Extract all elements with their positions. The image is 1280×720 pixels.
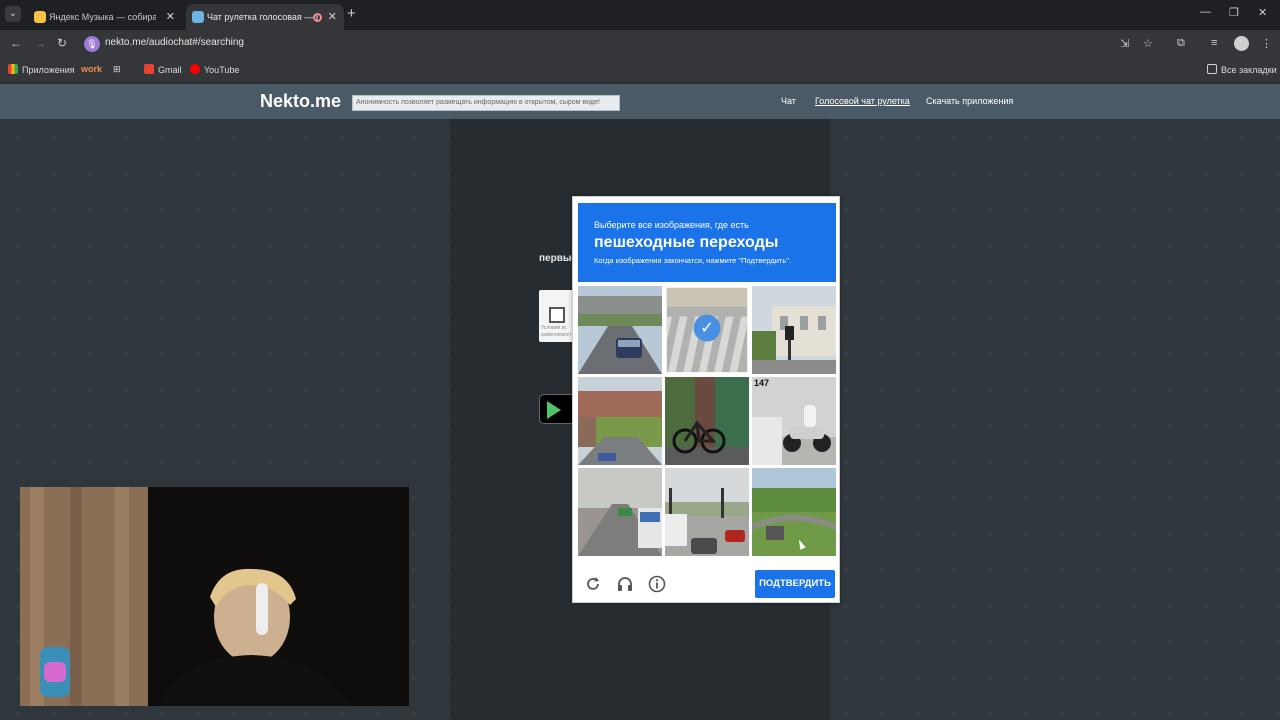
captcha-tile[interactable] [578,468,662,556]
bookmark-label: work [81,64,103,74]
url-text: nekto.me/audiochat#/searching [105,37,244,48]
captcha-tile[interactable] [752,286,836,374]
tab-title: Яндекс Музыка — собираем м [49,12,156,22]
all-bookmarks-label: Все закладки [1221,65,1277,75]
reload-icon[interactable] [584,575,602,593]
bookmark-apps[interactable]: Приложения [8,64,75,75]
bookmark-label: YouTube [204,65,240,75]
recording-icon [313,13,322,22]
info-banner: Анонимность позволяет размещать информац… [352,95,620,111]
nav-download-apps[interactable]: Скачать приложения [926,96,1013,106]
youtube-icon [190,64,200,74]
captcha-tile[interactable] [578,286,662,374]
captcha-tile[interactable] [665,377,749,465]
bookmark-youtube[interactable]: YouTube [190,64,239,75]
profile-avatar[interactable] [1234,36,1249,51]
tab-yandex-music[interactable]: Яндекс Музыка — собираем м ✕ [28,4,182,30]
tab-title: Чат рулетка голосовая — Н [207,12,318,22]
site-header: Nekto.me Анонимность позволяет размещать… [0,84,1280,119]
webcam-overlay [20,487,409,706]
captcha-target: пешеходные переходы [594,234,779,251]
captcha-grid: ✓ 147 [578,286,836,556]
captcha-instruction: Выберите все изображения, где есть [594,220,749,230]
nav-voice-chat[interactable]: Голосовой чат рулетка [815,96,910,106]
close-icon[interactable]: ✕ [328,4,337,30]
menu-kebab-icon[interactable]: ⋮ [1261,37,1272,50]
tile-number-label: 147 [754,378,770,388]
tab-search-chevron-icon[interactable]: ⌄ [5,6,21,22]
bookmark-work[interactable]: work [81,64,102,74]
captcha-tile[interactable]: ✓ [666,287,748,373]
bookmark-label: Gmail [158,65,182,75]
grid-icon[interactable]: ⊞ [113,64,121,75]
yandex-music-icon [34,11,46,23]
verify-button[interactable]: ПОДТВЕРДИТЬ [755,570,835,598]
captcha-tile[interactable] [752,468,836,556]
address-bar[interactable]: 🎙 nekto.me/audiochat#/searching [80,33,1170,55]
selected-check-icon: ✓ [693,314,721,342]
captcha-tile[interactable] [578,377,662,465]
install-app-icon[interactable]: ⇲ [1120,37,1129,50]
google-play-icon [547,401,561,419]
bookmark-gmail[interactable]: Gmail [144,64,182,75]
browser-tabstrip: ⌄ Яндекс Музыка — собираем м ✕ Чат рулет… [0,0,1280,30]
minimize-icon[interactable]: — [1200,6,1211,18]
apps-grid-icon [8,64,18,74]
captcha-header: Выберите все изображения, где есть пешех… [578,203,836,282]
bookmark-label: Приложения [22,65,75,75]
back-icon[interactable]: ← [10,36,22,50]
microphone-icon[interactable]: 🎙 [84,36,100,52]
info-icon[interactable] [648,575,666,593]
captcha-tile[interactable]: 147 [752,377,836,465]
forward-icon[interactable]: → [34,36,46,50]
media-control-icon[interactable]: ≡ [1211,37,1217,49]
captcha-footer: ПОДТВЕРДИТЬ [573,567,841,603]
folder-icon [1207,64,1217,74]
maximize-icon[interactable]: ❐ [1229,6,1239,19]
browser-toolbar: ← → ↻ 🎙 nekto.me/audiochat#/searching ⇲ … [0,30,1280,58]
window-close-icon[interactable]: ✕ [1258,6,1267,19]
tab-nekto[interactable]: Чат рулетка голосовая — Н ✕ [186,4,344,30]
site-logo[interactable]: Nekto.me [260,91,341,112]
bookmarks-bar: Приложения work ⊞ Gmail YouTube Все закл… [0,58,1280,83]
captcha-hint: Когда изображения закончатся, нажмите "П… [594,256,791,265]
reload-page-icon[interactable]: ↻ [57,36,67,50]
extensions-icon[interactable]: ⧉ [1177,37,1185,50]
recaptcha-checkbox[interactable] [549,307,565,323]
close-icon[interactable]: ✕ [166,4,175,30]
bookmark-star-icon[interactable]: ☆ [1143,37,1153,50]
all-bookmarks[interactable]: Все закладки [1207,64,1277,75]
gmail-icon [144,64,154,74]
nav-chat[interactable]: Чат [781,96,796,106]
audio-headphones-icon[interactable] [616,575,634,593]
nekto-icon [192,11,204,23]
captcha-tile[interactable] [665,468,749,556]
new-tab-plus-icon[interactable]: + [347,5,356,22]
